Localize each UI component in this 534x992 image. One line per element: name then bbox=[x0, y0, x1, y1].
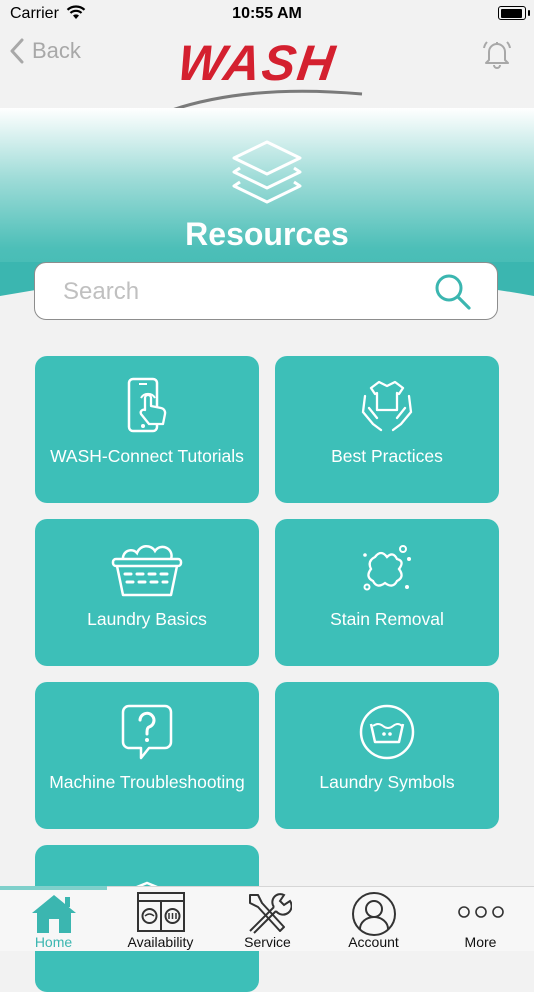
tile-machine-troubleshooting[interactable]: Machine Troubleshooting bbox=[35, 682, 259, 829]
chevron-left-icon bbox=[10, 38, 24, 64]
tab-home[interactable]: Home bbox=[0, 887, 107, 951]
page-title: Resources bbox=[185, 216, 349, 252]
tab-label: Service bbox=[244, 934, 291, 950]
user-icon bbox=[351, 892, 396, 936]
tab-label: Home bbox=[34, 934, 73, 950]
more-dots-icon bbox=[457, 906, 504, 918]
tile-label: Laundry Basics bbox=[87, 609, 207, 629]
tile-wash-connect-tutorials[interactable]: WASH-Connect Tutorials bbox=[35, 356, 259, 503]
hands-shirt-icon bbox=[361, 380, 413, 432]
tab-label: More bbox=[464, 934, 497, 950]
laundry-basket-icon bbox=[111, 544, 183, 597]
tab-account[interactable]: Account bbox=[320, 887, 427, 951]
layers-icon bbox=[232, 140, 302, 204]
battery-icon bbox=[498, 6, 530, 20]
tab-more[interactable]: More bbox=[427, 887, 534, 951]
tab-availability[interactable]: Availability bbox=[107, 887, 214, 951]
notification-bell-icon[interactable] bbox=[480, 38, 514, 70]
search-icon[interactable] bbox=[433, 272, 473, 312]
tile-best-practices[interactable]: Best Practices bbox=[275, 356, 499, 503]
back-button[interactable]: Back bbox=[10, 38, 81, 64]
tile-laundry-symbols[interactable]: Laundry Symbols bbox=[275, 682, 499, 829]
tile-label: Best Practices bbox=[331, 446, 443, 466]
wash-logo: WASH bbox=[170, 34, 366, 114]
tile-label: Stain Removal bbox=[330, 609, 444, 629]
washer-dryer-icon bbox=[136, 892, 185, 932]
tile-label: Laundry Symbols bbox=[319, 772, 455, 792]
search-input[interactable] bbox=[61, 275, 425, 309]
tile-stain-removal[interactable]: Stain Removal bbox=[275, 519, 499, 666]
back-label: Back bbox=[32, 38, 81, 63]
home-icon bbox=[31, 895, 76, 933]
question-bubble-icon bbox=[121, 704, 173, 760]
search-box[interactable] bbox=[34, 262, 498, 320]
phone-tap-icon bbox=[127, 377, 167, 433]
tile-label: WASH-Connect Tutorials bbox=[50, 446, 244, 466]
status-bar: Carrier 10:55 AM bbox=[0, 0, 534, 28]
wash-symbol-icon bbox=[359, 704, 415, 760]
tab-label: Account bbox=[348, 934, 399, 950]
tab-bar: Home Availability Service Account More bbox=[0, 886, 534, 951]
clock: 10:55 AM bbox=[232, 5, 302, 22]
tab-label: Availability bbox=[127, 934, 194, 950]
tools-icon bbox=[248, 893, 292, 934]
stain-splat-icon bbox=[363, 545, 411, 591]
tab-service[interactable]: Service bbox=[214, 887, 321, 951]
tile-label: Machine Troubleshooting bbox=[49, 772, 245, 792]
tile-laundry-basics[interactable]: Laundry Basics bbox=[35, 519, 259, 666]
